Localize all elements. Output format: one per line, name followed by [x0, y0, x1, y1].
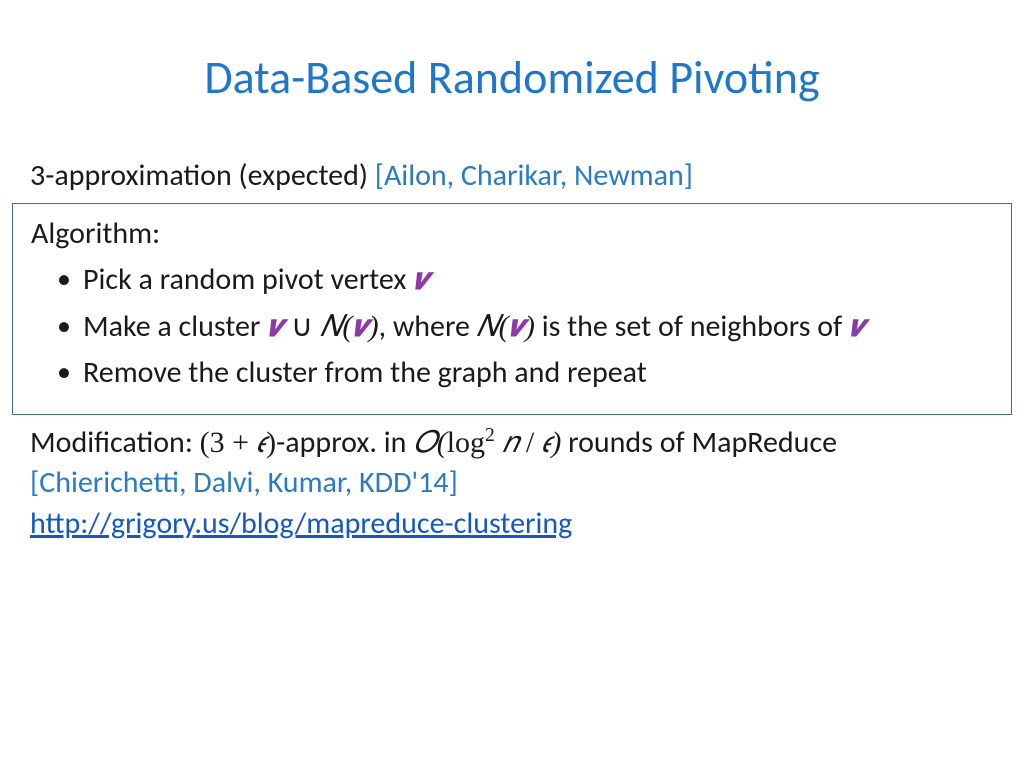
approximation-statement: 3-approximation (expected) [Ailon, Chari…: [30, 156, 994, 197]
epsilon: 𝜖: [257, 426, 267, 459]
squared: 2: [485, 425, 495, 446]
blog-link[interactable]: http://grigory.us/blog/mapreduce-cluster…: [30, 505, 572, 542]
n-var: 𝑛: [495, 426, 526, 459]
slide-title: Data-Based Randomized Pivoting: [30, 50, 994, 106]
paren-open: (3 +: [200, 426, 257, 459]
modification-statement: Modification: (3 + 𝜖)-approx. in 𝑂(log2 …: [30, 423, 994, 504]
var-v: 𝒗: [267, 310, 283, 343]
citation-chierichetti: [Chierichetti, Dalvi, Kumar, KDD'14]: [30, 464, 458, 501]
var-v: 𝒗: [413, 263, 429, 296]
step-1: Pick a random pivot vertex 𝒗: [61, 260, 993, 301]
mod-approx-text: -approx. in: [276, 424, 413, 461]
mod-prefix: Modification:: [30, 424, 200, 461]
algorithm-steps: Pick a random pivot vertex 𝒗 Make a clus…: [31, 260, 993, 394]
n-close: ): [525, 310, 535, 343]
citation-ailon: [Ailon, Charikar, Newman]: [375, 157, 693, 194]
paren-close: ): [266, 426, 276, 459]
mod-rounds: rounds of MapReduce: [561, 424, 837, 461]
url-line: http://grigory.us/blog/mapreduce-cluster…: [30, 504, 994, 545]
step2-mid2: is the set of neighbors of: [535, 308, 849, 345]
step-3: Remove the cluster from the graph and re…: [61, 353, 993, 394]
algorithm-label: Algorithm:: [31, 214, 993, 255]
bigO-open: 𝑂(: [413, 426, 447, 459]
approx-text: 3-approximation (expected): [30, 157, 375, 194]
step1-text: Pick a random pivot vertex: [83, 261, 413, 298]
step2-pre: Make a cluster: [83, 308, 267, 345]
var-v: 𝒗: [352, 310, 368, 343]
log: log: [447, 426, 485, 459]
slash: /: [526, 426, 542, 459]
epsilon: 𝜖: [542, 426, 552, 459]
union-symbol: ∪: [283, 310, 320, 343]
var-v: 𝒗: [509, 310, 525, 343]
step-2: Make a cluster 𝒗 ∪ 𝑁(𝒗), where 𝑁(𝒗) is t…: [61, 307, 993, 348]
var-v: 𝒗: [849, 310, 865, 343]
algorithm-box: Algorithm: Pick a random pivot vertex 𝒗 …: [12, 203, 1012, 415]
step2-mid1: , where: [379, 308, 477, 345]
slide-body: 3-approximation (expected) [Ailon, Chari…: [30, 156, 994, 544]
n-close: ): [369, 310, 379, 343]
n-open: 𝑁(: [477, 310, 509, 343]
n-open: 𝑁(: [320, 310, 352, 343]
bigO-close: ): [551, 426, 561, 459]
